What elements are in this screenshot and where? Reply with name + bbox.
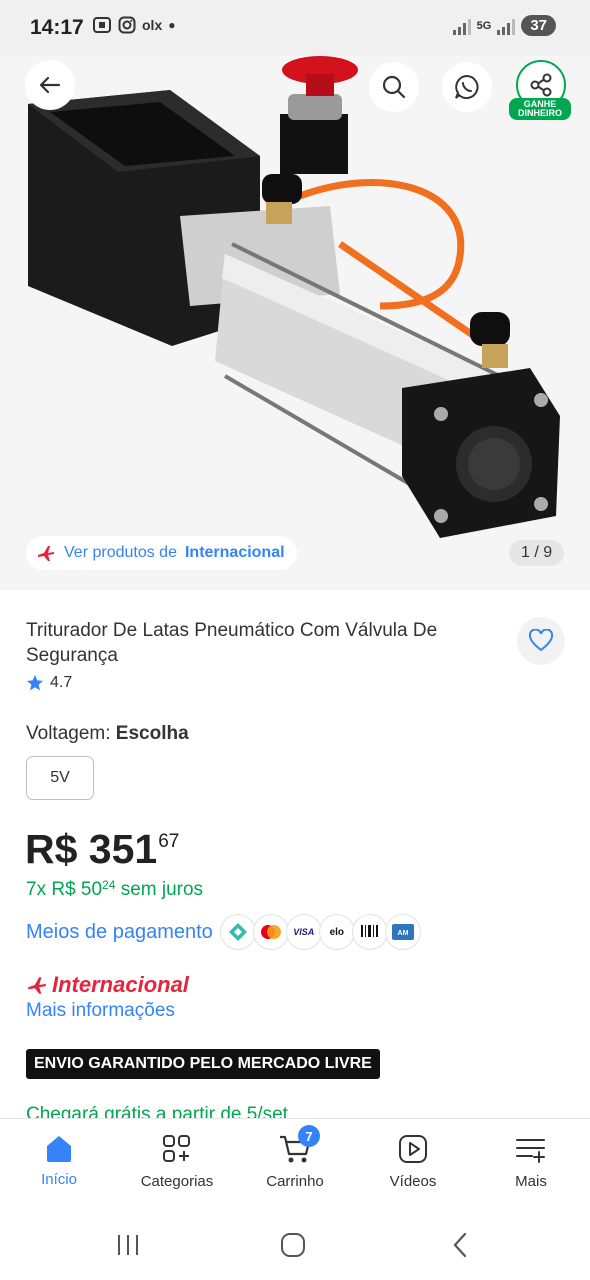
rating-value: 4.7 bbox=[50, 674, 73, 691]
system-navigation-bar bbox=[0, 1210, 590, 1280]
search-button[interactable] bbox=[369, 62, 419, 112]
nav-cart[interactable]: 7 Carrinho bbox=[236, 1119, 354, 1211]
status-notification-icons: olx ● bbox=[92, 16, 175, 34]
international-badge: Internacional bbox=[26, 972, 189, 998]
nav-more[interactable]: Mais bbox=[472, 1119, 590, 1211]
olx-icon: olx bbox=[142, 17, 163, 33]
product-title: Triturador De Latas Pneumático Com Válvu… bbox=[26, 620, 438, 666]
star-icon bbox=[27, 675, 43, 691]
variant-label-value: Escolha bbox=[115, 723, 189, 744]
variant-label-name: Voltagem: bbox=[26, 723, 111, 744]
payment-methods-link[interactable]: Meios de pagamento bbox=[26, 921, 213, 944]
visa-icon: VISA bbox=[285, 914, 322, 950]
instagram-icon bbox=[118, 16, 136, 34]
signal-icon-2 bbox=[497, 17, 516, 35]
image-counter: 1 / 9 bbox=[509, 540, 565, 566]
favorite-button[interactable] bbox=[517, 617, 565, 665]
nav-more-label: Mais bbox=[515, 1173, 547, 1190]
rating[interactable]: 4.7 bbox=[26, 674, 72, 692]
nav-home-label: Início bbox=[41, 1171, 77, 1188]
whatsapp-icon bbox=[455, 74, 479, 99]
network-type: 5G bbox=[476, 19, 492, 32]
installments-cents: 24 bbox=[102, 878, 116, 892]
nav-videos-label: Vídeos bbox=[389, 1173, 437, 1190]
categories-icon bbox=[163, 1135, 190, 1162]
nav-categories-label: Categorias bbox=[140, 1173, 214, 1190]
price-cents: 67 bbox=[158, 831, 180, 852]
video-play-icon bbox=[399, 1135, 427, 1163]
nav-cart-label: Carrinho bbox=[266, 1173, 324, 1190]
share-icon bbox=[530, 73, 552, 97]
recent-apps-button[interactable] bbox=[108, 1230, 148, 1260]
product-image[interactable] bbox=[0, 56, 590, 590]
home-system-button[interactable] bbox=[273, 1230, 313, 1260]
international-products-link[interactable]: Ver produtos de Internacional bbox=[26, 536, 297, 570]
more-menu-icon bbox=[516, 1139, 545, 1163]
voltage-option-5v[interactable]: 5V bbox=[26, 756, 94, 800]
international-link-bold: Internacional bbox=[184, 544, 285, 561]
whatsapp-share-button[interactable] bbox=[442, 62, 492, 112]
back-system-button[interactable] bbox=[440, 1230, 480, 1260]
search-icon bbox=[382, 75, 406, 99]
installments-suffix: sem juros bbox=[120, 879, 204, 900]
heart-icon bbox=[528, 629, 554, 652]
signal-icon bbox=[452, 17, 471, 35]
international-badge-text: Internacional bbox=[52, 972, 189, 997]
product-image-gallery[interactable]: GANHE DINHEIRO Ver produtos de Internaci… bbox=[0, 56, 590, 590]
svg-text:AM: AM bbox=[397, 930, 408, 937]
amex-icon: AM bbox=[384, 914, 421, 950]
home-icon bbox=[47, 1136, 71, 1162]
status-bar: 14:17 olx ● 5G 37 bbox=[0, 0, 590, 56]
pix-icon bbox=[219, 914, 256, 950]
screenshot-icon bbox=[93, 17, 111, 33]
arrow-left-icon bbox=[39, 76, 61, 94]
back-button[interactable] bbox=[25, 60, 75, 110]
variant-label: Voltagem: Escolha bbox=[26, 723, 189, 745]
nav-categories[interactable]: Categorias bbox=[118, 1119, 236, 1211]
airplane-icon bbox=[38, 546, 54, 561]
battery-indicator: 37 bbox=[521, 15, 556, 36]
bottom-navigation: Início Categorias 7 Carrinho Vídeos Mais bbox=[0, 1118, 590, 1211]
price: R$ 35167 bbox=[25, 826, 179, 873]
elo-icon: elo bbox=[318, 914, 355, 950]
mastercard-icon bbox=[252, 914, 289, 950]
guaranteed-shipping-badge: ENVIO GARANTIDO PELO MERCADO LIVRE bbox=[26, 1049, 380, 1079]
installments: 7x R$ 5024 sem juros bbox=[26, 878, 204, 901]
nav-videos[interactable]: Vídeos bbox=[354, 1119, 472, 1211]
chevron-left-icon bbox=[453, 1232, 467, 1258]
international-link-prefix: Ver produtos de bbox=[64, 544, 177, 561]
cart-count-badge: 7 bbox=[298, 1125, 320, 1147]
nav-home[interactable]: Início bbox=[0, 1119, 118, 1211]
recent-apps-icon bbox=[118, 1235, 138, 1255]
installments-amount: 7x R$ 50 bbox=[26, 879, 103, 900]
airplane-icon bbox=[28, 977, 46, 994]
price-main: R$ 351 bbox=[25, 826, 158, 872]
status-time: 14:17 bbox=[30, 16, 84, 39]
home-circle-icon bbox=[281, 1233, 305, 1257]
dot-icon: ● bbox=[168, 18, 176, 32]
boleto-icon bbox=[351, 914, 388, 950]
share-earn-badge: GANHE DINHEIRO bbox=[509, 98, 571, 120]
more-info-link[interactable]: Mais informações bbox=[26, 1000, 175, 1022]
status-system-icons: 5G 37 bbox=[452, 15, 556, 36]
payment-icons: VISA elo AM bbox=[219, 914, 421, 950]
payment-methods-row: Meios de pagamento VISA elo AM bbox=[26, 914, 421, 950]
